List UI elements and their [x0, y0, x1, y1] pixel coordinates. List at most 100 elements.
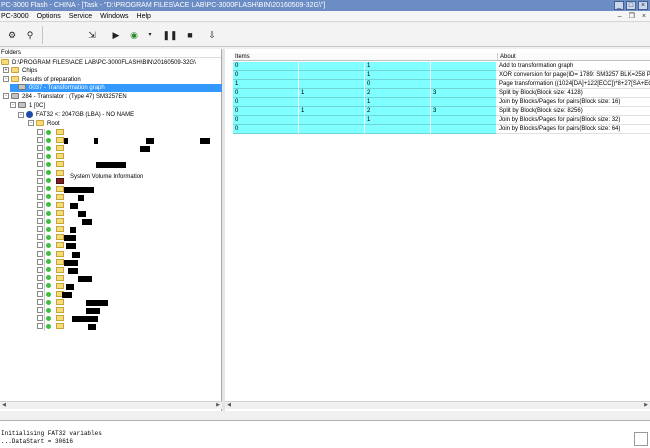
- tree-item-chips[interactable]: + Chips: [3, 67, 37, 75]
- expand-icon[interactable]: [37, 282, 43, 289]
- collapse-icon[interactable]: -: [3, 93, 9, 100]
- folder-icon[interactable]: [56, 169, 64, 176]
- expand-icon[interactable]: [37, 258, 43, 265]
- dropdown-arrow-icon[interactable]: ▾: [142, 27, 158, 43]
- expand-icon[interactable]: [37, 323, 43, 330]
- scroll-right-icon[interactable]: ▶: [214, 402, 222, 409]
- expand-icon[interactable]: [37, 153, 43, 160]
- grid-cell[interactable]: 0: [233, 98, 299, 107]
- grid-cell[interactable]: [431, 116, 497, 125]
- menu-help[interactable]: Help: [137, 11, 151, 21]
- log-options-button[interactable]: [634, 432, 648, 446]
- grid-cell[interactable]: [431, 125, 497, 134]
- expand-icon[interactable]: [37, 137, 43, 144]
- grid-cell[interactable]: [299, 116, 365, 125]
- grid-cell[interactable]: 2: [365, 89, 431, 98]
- expand-icon[interactable]: [37, 299, 43, 306]
- folder-icon[interactable]: [56, 250, 64, 257]
- expand-icon[interactable]: +: [3, 67, 9, 74]
- tree-horizontal-scrollbar[interactable]: ◀ ▶: [0, 401, 222, 409]
- expand-icon[interactable]: [37, 193, 43, 200]
- collapse-icon[interactable]: -: [18, 111, 24, 118]
- grid-row[interactable]: 0 1 Add to transformation graph: [233, 62, 650, 71]
- maximize-button[interactable]: □: [626, 1, 636, 10]
- folder-icon[interactable]: [56, 299, 64, 306]
- grid-cell[interactable]: [299, 80, 365, 89]
- minimize-button[interactable]: _: [614, 1, 624, 10]
- grid-cell[interactable]: 3: [431, 107, 497, 116]
- folder-icon[interactable]: [56, 242, 64, 249]
- scroll-left-icon[interactable]: ◀: [0, 402, 8, 409]
- expand-icon[interactable]: [37, 185, 43, 192]
- tree-item-root-folder[interactable]: - Root: [28, 120, 60, 128]
- expand-icon[interactable]: [37, 201, 43, 208]
- folder-icon[interactable]: [56, 274, 64, 281]
- folder-icon[interactable]: [56, 210, 64, 216]
- menu-service[interactable]: Service: [69, 11, 92, 21]
- grid-cell[interactable]: [431, 62, 497, 71]
- folder-icon[interactable]: [56, 282, 64, 289]
- scroll-left-icon[interactable]: ◀: [225, 402, 233, 409]
- grid-cell[interactable]: 0: [233, 107, 299, 116]
- grid-cell[interactable]: 1: [365, 116, 431, 125]
- scroll-right-icon[interactable]: ▶: [642, 402, 650, 409]
- collapse-icon[interactable]: -: [10, 102, 16, 109]
- settings-icon[interactable]: ⚙: [4, 27, 20, 43]
- folder-icon[interactable]: [56, 323, 64, 330]
- grid-row[interactable]: 0 Join by Blocks/Pages for pairs(Block si…: [233, 125, 650, 134]
- grid-cell[interactable]: [431, 98, 497, 107]
- grid-cell[interactable]: [299, 98, 365, 107]
- folder-icon[interactable]: [56, 185, 64, 192]
- expand-icon[interactable]: [37, 129, 43, 135]
- tree-item-transformation-graph[interactable]: 0037 - Transformation graph: [10, 84, 222, 92]
- grid-row[interactable]: 0 1 Join by Blocks/Pages for pairs(Block s…: [233, 116, 650, 125]
- folder-icon[interactable]: [56, 145, 64, 152]
- grid-cell[interactable]: 1: [299, 107, 365, 116]
- mdi-close-icon[interactable]: ×: [642, 11, 646, 22]
- grid-cell[interactable]: 1: [233, 80, 299, 89]
- mdi-minimize-icon[interactable]: –: [618, 11, 622, 22]
- grid-cell[interactable]: [365, 125, 431, 134]
- tree-item-root-path[interactable]: D:\PROGRAM FILES\ACE LAB\PC-3000FLASH\BI…: [1, 59, 196, 67]
- folder-icon[interactable]: [56, 161, 64, 168]
- grid-cell[interactable]: 1: [299, 89, 365, 98]
- folder-icon[interactable]: [56, 177, 64, 184]
- expand-icon[interactable]: [37, 218, 43, 225]
- expand-icon[interactable]: [37, 145, 43, 152]
- folder-icon[interactable]: [56, 218, 64, 225]
- grid-cell[interactable]: 0: [233, 116, 299, 125]
- grid-row[interactable]: 0 1 2 3 Split by Block(Block size: 8256): [233, 107, 650, 116]
- grid-cell[interactable]: 3: [431, 89, 497, 98]
- expand-icon[interactable]: [37, 226, 43, 233]
- folder-icon[interactable]: [56, 226, 64, 233]
- about-column-header[interactable]: About: [497, 53, 650, 61]
- folder-icon[interactable]: [56, 234, 64, 241]
- folder-icon[interactable]: [56, 315, 64, 322]
- grid-row[interactable]: 0 1 2 3 Split by Block(Block size: 4128): [233, 89, 650, 98]
- grid-cell[interactable]: 0: [233, 62, 299, 71]
- menu-pc3000[interactable]: PC-3000: [1, 11, 29, 21]
- folder-icon[interactable]: [56, 266, 64, 273]
- grid-row[interactable]: 1 0 Page transformation ((1024[DA]+122[ECC…: [233, 80, 650, 89]
- grid-cell[interactable]: [299, 62, 365, 71]
- menu-options[interactable]: Options: [37, 11, 61, 21]
- grid-cell[interactable]: [431, 80, 497, 89]
- grid-cell[interactable]: 1: [365, 62, 431, 71]
- grid-row[interactable]: 0 1 Join by Blocks/Pages for pairs(Block s…: [233, 98, 650, 107]
- expand-icon[interactable]: [37, 234, 43, 241]
- expand-icon[interactable]: [37, 242, 43, 249]
- folder-icon[interactable]: [56, 129, 64, 135]
- globe-run-icon[interactable]: ◉: [126, 27, 142, 43]
- grid-cell[interactable]: 1: [365, 98, 431, 107]
- grid-cell[interactable]: [431, 71, 497, 80]
- expand-icon[interactable]: [37, 266, 43, 273]
- expand-icon[interactable]: [37, 250, 43, 257]
- collapse-icon[interactable]: -: [28, 120, 34, 127]
- pause-icon[interactable]: ❚❚: [162, 27, 178, 43]
- close-button[interactable]: ×: [638, 1, 648, 10]
- expand-icon[interactable]: [37, 210, 43, 216]
- tree-item-partition-1[interactable]: -1 [0C]: [10, 102, 45, 110]
- folder-icon[interactable]: [56, 193, 64, 200]
- expand-icon[interactable]: [37, 169, 43, 176]
- expand-icon[interactable]: [37, 307, 43, 314]
